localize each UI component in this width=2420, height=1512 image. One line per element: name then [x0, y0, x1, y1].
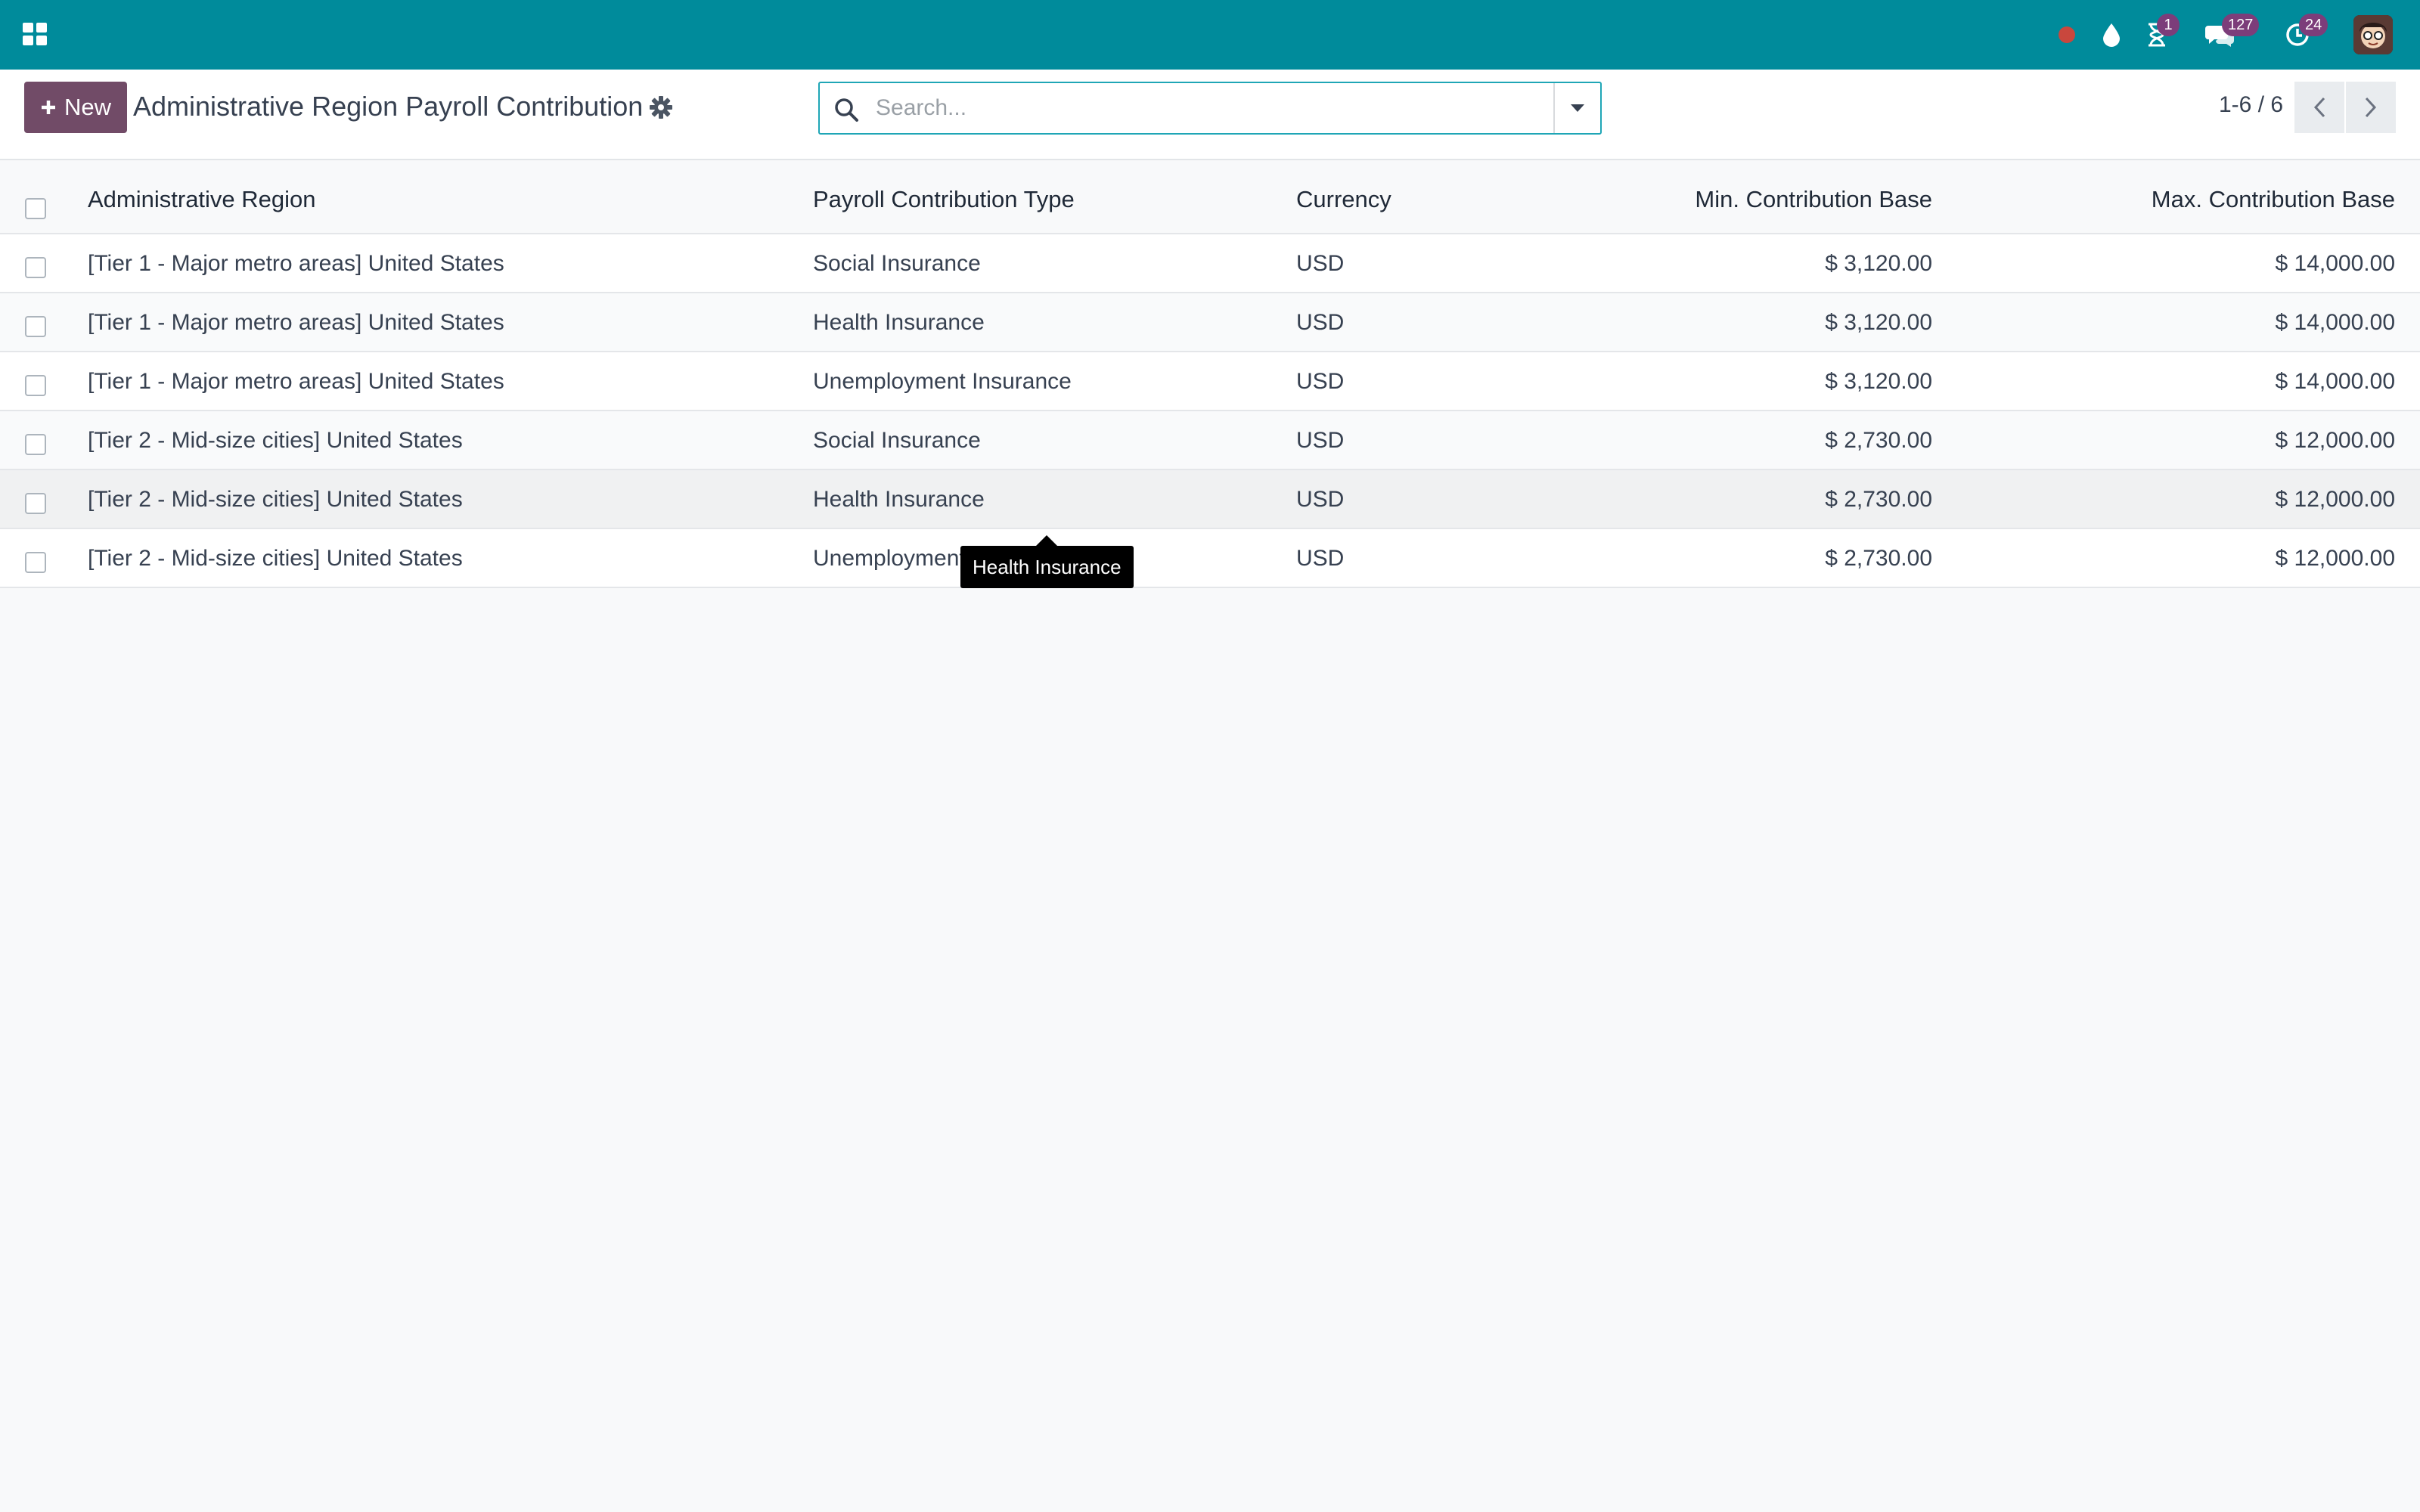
column-header-max-base[interactable]: Max. Contribution Base: [2152, 186, 2395, 213]
cell-currency: USD: [1296, 428, 1345, 453]
column-header-min-base[interactable]: Min. Contribution Base: [1695, 186, 1932, 213]
cell-currency: USD: [1296, 310, 1345, 335]
pager-next-button[interactable]: [2346, 82, 2396, 133]
table-row[interactable]: [Tier 2 - Mid-size cities] United States…: [0, 529, 2420, 588]
cell-currency: USD: [1296, 546, 1345, 571]
hourglass-badge: 1: [2157, 14, 2180, 36]
select-all-checkbox[interactable]: [25, 198, 46, 219]
cell-contribution-type: Unemployment: [813, 546, 966, 571]
row-checkbox[interactable]: [25, 434, 46, 455]
pager-value[interactable]: 1-6 / 6: [2219, 92, 2283, 118]
gear-icon[interactable]: [649, 95, 673, 119]
table-row[interactable]: [Tier 2 - Mid-size cities] United States…: [0, 411, 2420, 470]
cell-max-base: $ 12,000.00: [2275, 487, 2395, 512]
search-box: [818, 82, 1602, 135]
row-checkbox[interactable]: [25, 316, 46, 337]
new-button[interactable]: New: [24, 82, 127, 133]
row-checkbox[interactable]: [25, 493, 46, 514]
cell-contribution-type: Unemployment Insurance: [813, 369, 1072, 394]
cell-region: [Tier 2 - Mid-size cities] United States: [88, 487, 463, 512]
column-header-contribution-type[interactable]: Payroll Contribution Type: [813, 186, 1075, 213]
avatar[interactable]: [2353, 15, 2393, 54]
cell-contribution-type: Social Insurance: [813, 428, 981, 453]
search-icon: [835, 98, 858, 122]
search-input[interactable]: [876, 91, 1526, 125]
cell-max-base: $ 14,000.00: [2275, 369, 2395, 394]
cell-contribution-type: Health Insurance: [813, 487, 985, 512]
pager-previous-button[interactable]: [2294, 82, 2344, 133]
cell-currency: USD: [1296, 487, 1345, 512]
column-header-currency[interactable]: Currency: [1296, 186, 1392, 213]
top-navbar: 1 127 24: [0, 0, 2420, 70]
cell-min-base: $ 3,120.00: [1825, 369, 1932, 394]
column-header-region[interactable]: Administrative Region: [88, 186, 316, 213]
cell-region: [Tier 2 - Mid-size cities] United States: [88, 428, 463, 453]
cell-region: [Tier 1 - Major metro areas] United Stat…: [88, 310, 504, 335]
plus-icon: [41, 101, 55, 114]
record-dot-icon[interactable]: [2051, 0, 2083, 70]
activities-badge: 24: [2299, 14, 2328, 36]
page-title: Administrative Region Payroll Contributi…: [133, 91, 644, 122]
row-checkbox[interactable]: [25, 552, 46, 573]
row-checkbox[interactable]: [25, 375, 46, 396]
tooltip: Health Insurance: [960, 546, 1134, 588]
cell-currency: USD: [1296, 251, 1345, 276]
cell-region: [Tier 2 - Mid-size cities] United States: [88, 546, 463, 571]
cell-min-base: $ 2,730.00: [1825, 428, 1932, 453]
cell-contribution-type: Social Insurance: [813, 251, 981, 276]
new-button-label: New: [64, 94, 111, 120]
search-options-toggle[interactable]: [1553, 83, 1600, 133]
table-row[interactable]: [Tier 1 - Major metro areas] United Stat…: [0, 234, 2420, 293]
cell-min-base: $ 3,120.00: [1825, 310, 1932, 335]
caret-down-icon: [1571, 104, 1584, 112]
cell-min-base: $ 2,730.00: [1825, 487, 1932, 512]
cell-contribution-type: Health Insurance: [813, 310, 985, 335]
cell-max-base: $ 12,000.00: [2275, 546, 2395, 571]
chevron-right-icon: [2365, 97, 2377, 118]
cell-max-base: $ 12,000.00: [2275, 428, 2395, 453]
table-header: Administrative Region Payroll Contributi…: [0, 160, 2420, 234]
cell-max-base: $ 14,000.00: [2275, 251, 2395, 276]
cell-min-base: $ 3,120.00: [1825, 251, 1932, 276]
row-checkbox[interactable]: [25, 257, 46, 278]
cell-currency: USD: [1296, 369, 1345, 394]
control-panel: New Administrative Region Payroll Contri…: [0, 70, 2420, 160]
drop-icon[interactable]: [2095, 0, 2128, 70]
cell-max-base: $ 14,000.00: [2275, 310, 2395, 335]
messages-badge: 127: [2222, 14, 2260, 36]
table-row[interactable]: [Tier 1 - Major metro areas] United Stat…: [0, 293, 2420, 352]
cell-region: [Tier 1 - Major metro areas] United Stat…: [88, 251, 504, 276]
chevron-left-icon: [2313, 97, 2325, 118]
table-row[interactable]: [Tier 1 - Major metro areas] United Stat…: [0, 352, 2420, 411]
apps-icon[interactable]: [23, 21, 48, 47]
tooltip-arrow: [1036, 535, 1057, 546]
cell-region: [Tier 1 - Major metro areas] United Stat…: [88, 369, 504, 394]
table-row[interactable]: [Tier 2 - Mid-size cities] United States…: [0, 470, 2420, 529]
cell-min-base: $ 2,730.00: [1825, 546, 1932, 571]
